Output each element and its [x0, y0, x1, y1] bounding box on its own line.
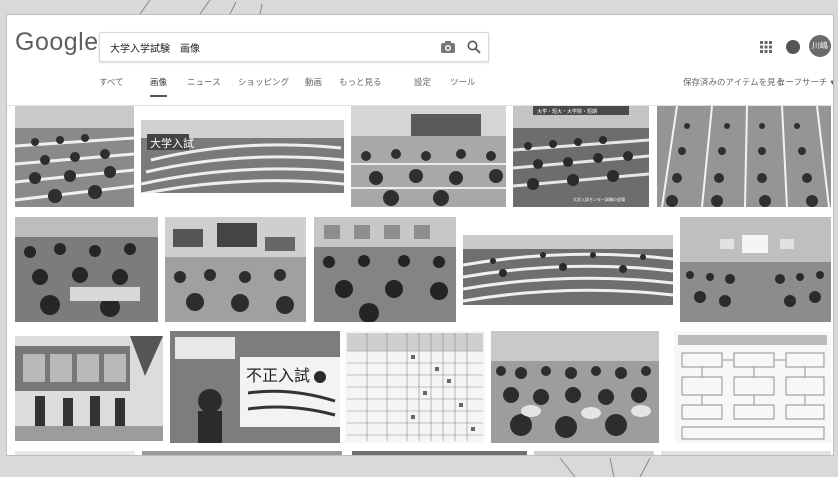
thumbnail-image	[15, 217, 158, 322]
thumbnail-image	[657, 106, 831, 207]
image-result[interactable]	[351, 106, 506, 207]
image-result[interactable]: 不正入試	[170, 331, 340, 443]
image-result[interactable]	[661, 451, 831, 455]
image-result[interactable]	[534, 451, 654, 455]
image-result[interactable]	[15, 451, 135, 455]
browser-window: Google 川嶋 すべて 画像	[6, 14, 834, 456]
thumbnail-image	[491, 331, 659, 443]
image-result[interactable]: 大学・短大・大学院・短期 大学入試センター試験の会場	[513, 106, 649, 207]
image-result[interactable]	[15, 336, 163, 441]
image-result[interactable]	[142, 451, 342, 455]
image-result[interactable]	[463, 235, 673, 305]
banner-text: 不正入試	[246, 366, 310, 385]
image-overlay-text: 大学入試	[150, 136, 194, 150]
image-result[interactable]	[345, 331, 485, 443]
thumbnail-image	[15, 106, 134, 207]
image-result[interactable]: 大学入試	[141, 120, 344, 193]
image-result[interactable]	[15, 217, 158, 322]
image-result[interactable]	[680, 217, 831, 322]
image-results-grid: 大学入試 大学・短大・大学院・短期 大学入試センター試験の会場 不正入試	[7, 15, 833, 455]
image-result[interactable]	[491, 331, 659, 443]
image-result[interactable]	[15, 106, 134, 207]
image-overlay-text: 大学入試センター試験の会場	[573, 196, 625, 202]
thumbnail-image	[15, 336, 163, 441]
thumbnail-image	[165, 217, 306, 322]
thumbnail-image	[674, 331, 831, 443]
image-result[interactable]	[352, 451, 527, 455]
thumbnail-image: 大学・短大・大学院・短期 大学入試センター試験の会場	[513, 106, 649, 207]
thumbnail-image	[680, 217, 831, 322]
thumbnail-image	[314, 217, 456, 322]
image-result[interactable]	[674, 331, 831, 443]
thumbnail-image	[351, 106, 506, 207]
thumbnail-image: 大学入試	[141, 120, 344, 193]
image-result[interactable]	[314, 217, 456, 322]
thumbnail-image	[345, 331, 485, 443]
image-result[interactable]	[165, 217, 306, 322]
image-result[interactable]	[657, 106, 831, 207]
thumbnail-image: 不正入試	[170, 331, 340, 443]
image-caption-text: 大学・短大・大学院・短期	[537, 108, 597, 115]
thumbnail-image	[463, 235, 673, 305]
